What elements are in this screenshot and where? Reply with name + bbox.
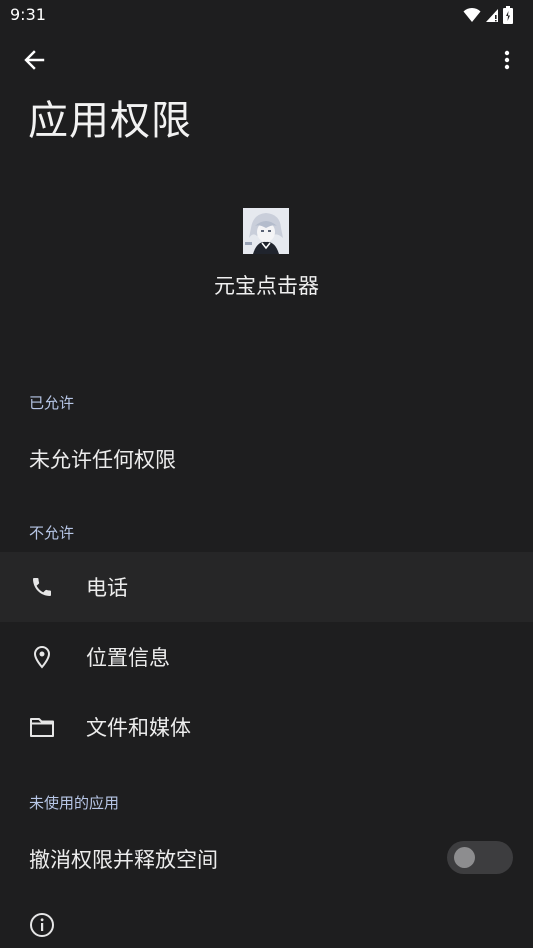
permission-item-files-media[interactable]: 文件和媒体 xyxy=(0,692,533,762)
folder-icon xyxy=(28,713,56,741)
signal-icon xyxy=(485,7,499,23)
section-header-allowed: 已允许 xyxy=(29,394,75,412)
status-icons xyxy=(463,5,513,25)
permission-label-location: 位置信息 xyxy=(86,646,170,670)
permission-label-phone: 电话 xyxy=(86,576,128,600)
info-icon xyxy=(29,912,55,938)
app-name: 元宝点击器 xyxy=(214,274,319,298)
permission-item-phone[interactable]: 电话 xyxy=(0,552,533,622)
page-title: 应用权限 xyxy=(28,98,192,144)
permission-item-location[interactable]: 位置信息 xyxy=(0,622,533,692)
section-header-unused-apps: 未使用的应用 xyxy=(29,794,120,812)
wifi-icon xyxy=(463,7,481,23)
status-bar: 9:31 xyxy=(0,0,533,32)
arrow-back-icon xyxy=(23,49,45,75)
revoke-permissions-toggle[interactable] xyxy=(447,841,513,874)
app-avatar-icon xyxy=(243,208,289,254)
battery-icon xyxy=(503,6,513,24)
status-time: 9:31 xyxy=(10,5,46,24)
location-pin-icon xyxy=(28,643,56,671)
toggle-thumb xyxy=(454,847,475,868)
permission-label-files-media: 文件和媒体 xyxy=(86,716,191,740)
phone-icon xyxy=(28,573,56,601)
back-button[interactable] xyxy=(14,44,54,80)
section-header-not-allowed: 不允许 xyxy=(29,524,75,542)
revoke-permissions-label: 撤消权限并释放空间 xyxy=(29,848,218,872)
app-permissions-screen: 9:31 应用权限 元宝点击器 已允许 未允许任何权限 不允许 电话 位置信息 … xyxy=(0,0,533,948)
more-options-button[interactable] xyxy=(491,44,523,80)
more-vert-icon xyxy=(504,50,510,74)
no-permissions-allowed-text: 未允许任何权限 xyxy=(29,448,176,472)
